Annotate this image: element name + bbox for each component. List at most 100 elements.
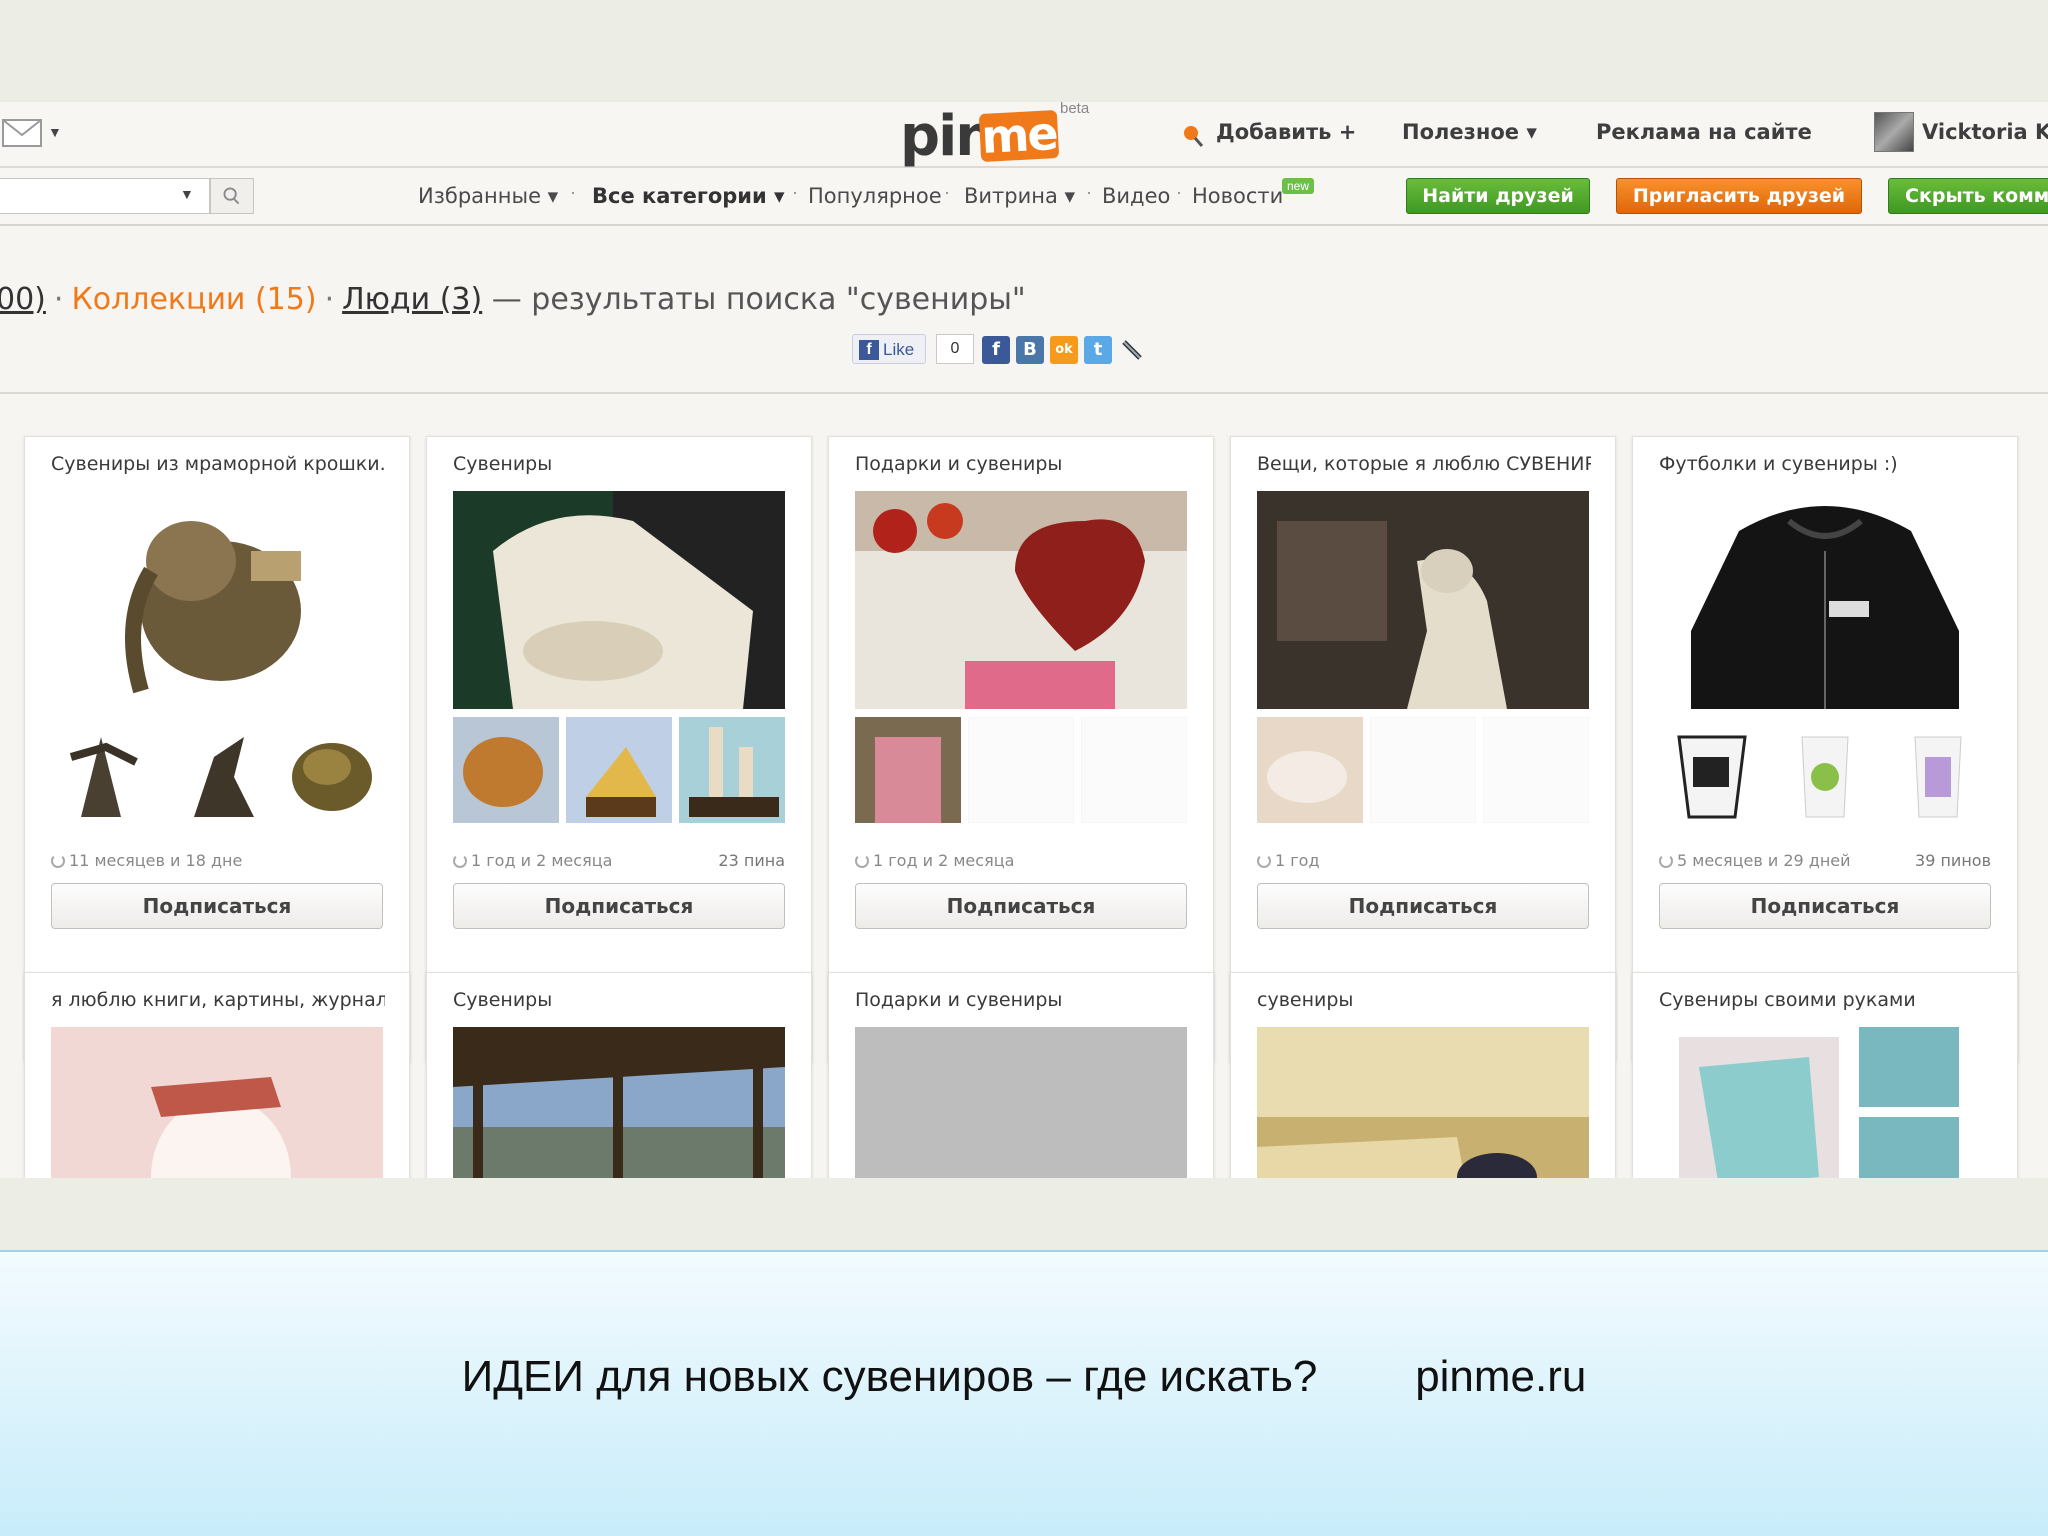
collection-card[interactable]: я люблю книги, картины, журнал: [24, 972, 410, 1178]
mail-icon[interactable]: [2, 119, 42, 147]
collection-thumbnail: [1659, 717, 1765, 823]
card-title: Сувениры из мраморной крошки.: [51, 453, 385, 475]
facebook-share-icon[interactable]: f: [982, 336, 1010, 364]
top-header: ▼ pin me beta Добавить + Полезное ▾ Рекл…: [0, 102, 2048, 169]
collection-card[interactable]: Вещи, которые я люблю СУВЕНИР 1 год Подп…: [1230, 436, 1616, 1062]
collection-card[interactable]: сувениры: [1230, 972, 1616, 1178]
collection-cover-image: [1659, 491, 1991, 709]
card-age: 11 месяцев и 18 дне: [51, 851, 242, 870]
card-title: Подарки и сувениры: [855, 989, 1063, 1011]
ads-link[interactable]: Реклама на сайте: [1596, 120, 1812, 144]
card-title: Сувениры: [453, 453, 553, 475]
card-age: 5 месяцев и 29 дней: [1659, 851, 1851, 870]
collection-card[interactable]: Сувениры из мраморной крошки. 11 месяцев…: [24, 436, 410, 1062]
card-title: Футболки и сувениры :): [1659, 453, 1898, 475]
collection-cover-image: [51, 491, 383, 709]
refresh-icon: [51, 854, 65, 868]
search-results-caption: — результаты поиска "сувениры": [491, 282, 1026, 317]
collection-thumbnail: [1885, 717, 1991, 823]
subscribe-button[interactable]: Подписаться: [453, 883, 785, 929]
favorites-menu[interactable]: Избранные ▾: [418, 184, 558, 208]
card-title: Сувениры своими руками: [1659, 989, 1916, 1011]
all-categories-menu[interactable]: Все категории ▾: [592, 184, 785, 208]
collection-thumbnail: [1483, 717, 1589, 823]
browser-screenshot: ▼ pin me beta Добавить + Полезное ▾ Рекл…: [0, 102, 2048, 1178]
refresh-icon: [453, 854, 467, 868]
card-age: 1 год: [1257, 851, 1320, 870]
video-link[interactable]: Видео: [1102, 184, 1170, 208]
breadcrumb: 00) · Коллекции (15) · Люди (3) — результаты…: [0, 282, 1026, 317]
collection-thumbnail: [453, 717, 559, 823]
refresh-icon: [855, 854, 869, 868]
hide-comments-button[interactable]: Скрыть комментарии: [1888, 178, 2048, 214]
nav-separator: ·: [570, 182, 576, 202]
collection-card[interactable]: Сувениры: [426, 972, 812, 1178]
subscribe-button[interactable]: Подписаться: [1659, 883, 1991, 929]
nav-separator: ·: [792, 182, 798, 202]
divider: [0, 392, 2048, 394]
collection-cover-image: [1257, 491, 1589, 709]
add-menu[interactable]: Добавить +: [1216, 120, 1356, 144]
pin-count: 23 пина: [718, 851, 785, 870]
subscribe-button[interactable]: Подписаться: [51, 883, 383, 929]
collection-card[interactable]: Подарки и сувениры 1 год и 2 месяца Подп…: [828, 436, 1214, 1062]
find-friends-button[interactable]: Найти друзей: [1406, 178, 1590, 214]
showcase-menu[interactable]: Витрина ▾: [964, 184, 1075, 208]
collection-cover-image: [1659, 1027, 1991, 1178]
card-age: 1 год и 2 месяца: [855, 851, 1014, 870]
collection-thumbnail: [1081, 717, 1187, 823]
pencil-icon[interactable]: [1118, 336, 1146, 364]
collection-cover-image: [453, 491, 785, 709]
chevron-down-icon[interactable]: ▼: [48, 124, 62, 140]
avatar[interactable]: [1874, 112, 1914, 152]
collection-thumbnail: [1257, 717, 1363, 823]
pins-results-link[interactable]: 00): [0, 282, 46, 317]
vkontakte-share-icon[interactable]: B: [1016, 336, 1044, 364]
card-title: Вещи, которые я люблю СУВЕНИР: [1257, 453, 1591, 475]
subscribe-button[interactable]: Подписаться: [855, 883, 1187, 929]
collection-thumbnail: [566, 717, 672, 823]
user-name[interactable]: Vicktoria Kc: [1922, 120, 2048, 144]
facebook-icon: f: [859, 340, 879, 360]
collection-thumbnail: [855, 717, 961, 823]
card-title: Подарки и сувениры: [855, 453, 1063, 475]
search-icon[interactable]: [210, 178, 254, 214]
chevron-down-icon[interactable]: ▼: [180, 186, 194, 202]
news-link[interactable]: Новости: [1192, 184, 1283, 208]
subscribe-button[interactable]: Подписаться: [1257, 883, 1589, 929]
like-count: 0: [936, 334, 974, 364]
twitter-share-icon[interactable]: t: [1084, 336, 1112, 364]
refresh-icon: [1257, 854, 1271, 868]
popular-link[interactable]: Популярное: [808, 184, 942, 208]
collection-card[interactable]: Сувениры своими руками: [1632, 972, 2018, 1178]
odnoklassniki-share-icon[interactable]: ok: [1050, 336, 1078, 364]
collection-card[interactable]: Сувениры 1 год и 2 месяца 23 пина Подпис…: [426, 436, 812, 1062]
nav-separator: ·: [1176, 182, 1182, 202]
people-results-link[interactable]: Люди (3): [342, 282, 482, 317]
logo-me-text: me: [978, 106, 1060, 164]
collection-cover-image: [855, 1027, 1187, 1178]
collection-card[interactable]: Подарки и сувениры: [828, 972, 1214, 1178]
collection-cover-image: [51, 1027, 383, 1178]
invite-friends-button[interactable]: Пригласить друзей: [1616, 178, 1862, 214]
collections-results-link[interactable]: Коллекции (15): [71, 282, 316, 317]
collection-cover-image: [1257, 1027, 1589, 1178]
nav-separator: ·: [1086, 182, 1092, 202]
search-input[interactable]: [0, 178, 210, 214]
new-badge: new: [1282, 178, 1315, 194]
pin-count: 39 пинов: [1915, 851, 1991, 870]
collection-thumbnail: [164, 717, 270, 823]
pinme-logo[interactable]: pin me beta: [900, 102, 1100, 169]
useful-menu[interactable]: Полезное ▾: [1402, 120, 1537, 144]
collection-card[interactable]: Футболки и сувениры :) 5 месяцев и 29 дн…: [1632, 436, 2018, 1062]
like-label: Like: [883, 340, 915, 359]
refresh-icon: [1659, 854, 1673, 868]
collection-cover-image: [855, 491, 1187, 709]
card-title: Сувениры: [453, 989, 553, 1011]
facebook-like-button[interactable]: f Like: [852, 334, 926, 364]
card-title: я люблю книги, картины, журнал: [51, 989, 385, 1011]
collection-cover-image: [453, 1027, 785, 1178]
collection-thumbnail: [277, 717, 383, 823]
collection-thumbnail: [51, 717, 157, 823]
nav-separator: ·: [944, 182, 950, 202]
